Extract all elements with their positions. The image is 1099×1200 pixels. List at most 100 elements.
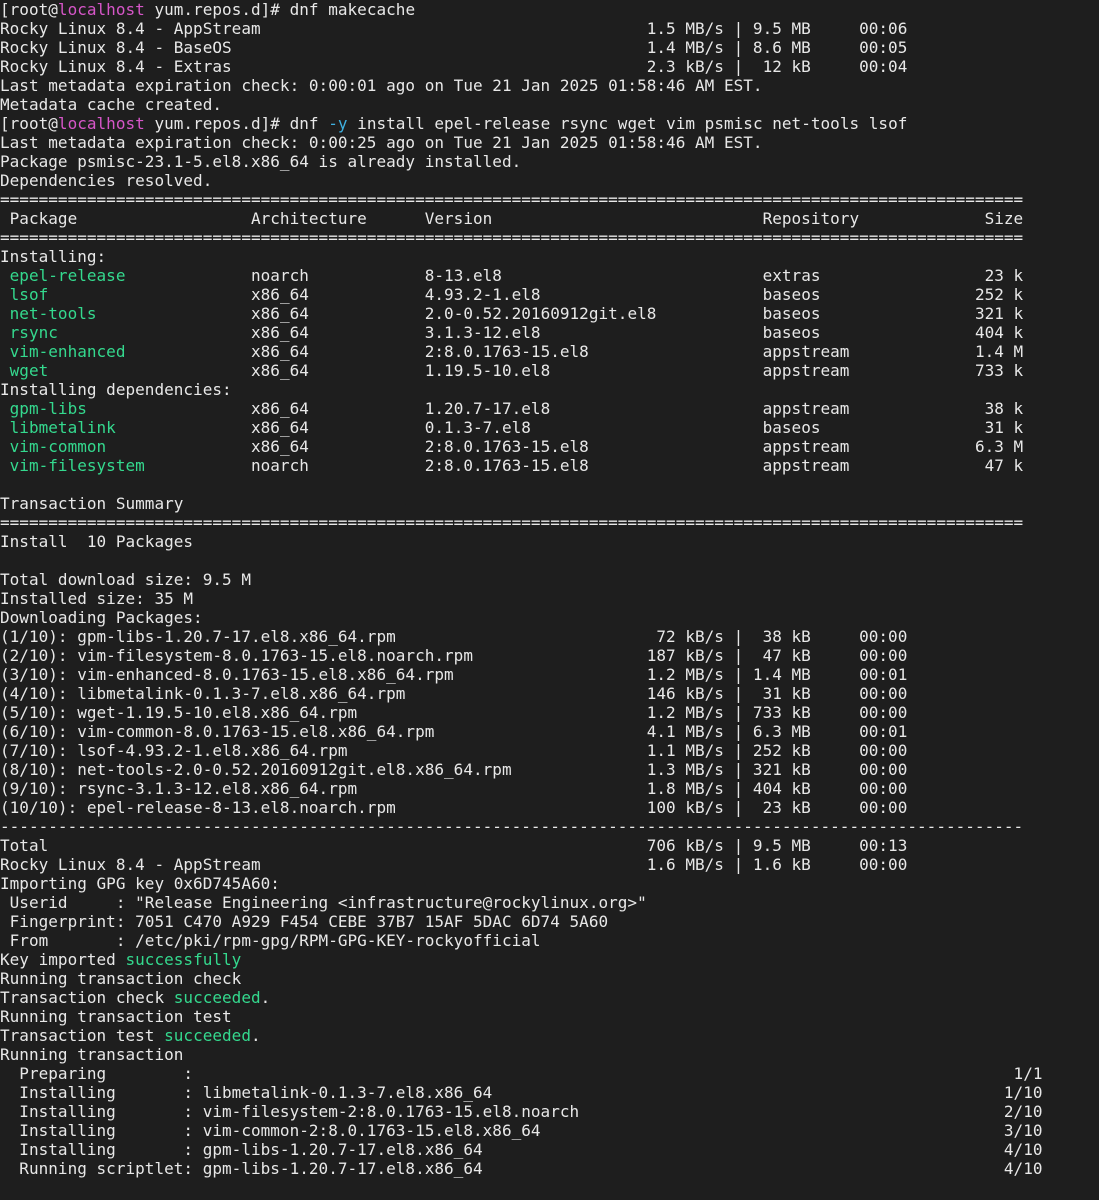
terminal-output[interactable]: [root@localhost yum.repos.d]# dnf makeca… — [0, 0, 1099, 1200]
terminal-text-normal: Installing : gpm-libs-1.20.7-17.el8.x86_… — [0, 1140, 1043, 1159]
terminal-text-normal: Installed size: 35 M — [0, 589, 194, 608]
terminal-text-normal: (4/10): libmetalink-0.1.3-7.el8.x86_64.r… — [0, 684, 908, 703]
terminal-text-normal: x86_64 2.0-0.52.20160912git.el8 baseos 3… — [96, 304, 1024, 323]
terminal-text-normal — [0, 304, 10, 323]
terminal-text-normal: Installing : libmetalink-0.1.3-7.el8.x86… — [0, 1083, 1043, 1102]
terminal-text-normal: noarch 2:8.0.1763-15.el8 appstream 47 k — [144, 456, 1024, 475]
terminal-line: (7/10): lsof-4.93.2-1.el8.x86_64.rpm 1.1… — [0, 741, 1099, 760]
terminal-text-normal — [0, 399, 10, 418]
terminal-text-normal: (7/10): lsof-4.93.2-1.el8.x86_64.rpm 1.1… — [0, 741, 908, 760]
terminal-line: Running transaction — [0, 1045, 1099, 1064]
terminal-text-normal: Installing dependencies: — [0, 380, 232, 399]
terminal-line: Rocky Linux 8.4 - BaseOS 1.4 MB/s | 8.6 … — [0, 38, 1099, 57]
terminal-text-normal — [0, 285, 10, 304]
terminal-text-normal: yum.repos.d]# dnf — [144, 114, 329, 133]
terminal-text-normal: Rocky Linux 8.4 - BaseOS 1.4 MB/s | 8.6 … — [0, 38, 908, 57]
terminal-text-normal: Rocky Linux 8.4 - AppStream 1.6 MB/s | 1… — [0, 855, 908, 874]
terminal-text-normal: Running transaction test — [0, 1007, 232, 1026]
terminal-text-normal: Key imported — [0, 950, 126, 969]
terminal-line: Total download size: 9.5 M — [0, 570, 1099, 589]
terminal-text-normal: x86_64 2:8.0.1763-15.el8 appstream 6.3 M — [106, 437, 1024, 456]
terminal-text-normal: Last metadata expiration check: 0:00:01 … — [0, 76, 763, 95]
terminal-text-normal: Package Architecture Version Repository … — [0, 209, 1024, 228]
terminal-text-normal: Installing: — [0, 247, 107, 266]
terminal-text-pkg: vim-filesystem — [9, 456, 145, 475]
terminal-text-pkg: rsync — [9, 323, 58, 342]
terminal-line: Dependencies resolved. — [0, 171, 1099, 190]
terminal-line: Transaction Summary — [0, 494, 1099, 513]
terminal-text-pkg: vim-enhanced — [9, 342, 126, 361]
terminal-text-normal — [0, 437, 10, 456]
terminal-line: Running transaction test — [0, 1007, 1099, 1026]
terminal-text-normal: (8/10): net-tools-2.0-0.52.20160912git.e… — [0, 760, 908, 779]
terminal-text-normal — [0, 342, 10, 361]
terminal-line: vim-enhanced x86_64 2:8.0.1763-15.el8 ap… — [0, 342, 1099, 361]
terminal-text-normal: x86_64 0.1.3-7.el8 baseos 31 k — [115, 418, 1024, 437]
terminal-text-normal: Downloading Packages: — [0, 608, 203, 627]
terminal-text-normal: Preparing : 1/1 — [0, 1064, 1043, 1083]
terminal-text-host: localhost — [57, 114, 145, 133]
terminal-line: Running transaction check — [0, 969, 1099, 988]
terminal-text-normal: Userid : "Release Engineering <infrastru… — [0, 893, 647, 912]
terminal-line: Rocky Linux 8.4 - AppStream 1.6 MB/s | 1… — [0, 855, 1099, 874]
terminal-text-normal: . — [260, 988, 271, 1007]
terminal-text-opt: -y — [328, 114, 348, 133]
terminal-line: Installing : gpm-libs-1.20.7-17.el8.x86_… — [0, 1140, 1099, 1159]
terminal-text-pkg: wget — [9, 361, 49, 380]
terminal-text-normal: Total download size: 9.5 M — [0, 570, 251, 589]
terminal-text-host: localhost — [57, 0, 145, 19]
terminal-line: Installing : vim-filesystem-2:8.0.1763-1… — [0, 1102, 1099, 1121]
terminal-line: Importing GPG key 0x6D745A60: — [0, 874, 1099, 893]
terminal-text-normal: (6/10): vim-common-8.0.1763-15.el8.x86_6… — [0, 722, 908, 741]
terminal-line: [root@localhost yum.repos.d]# dnf makeca… — [0, 0, 1099, 19]
terminal-line: Installing : vim-common-2:8.0.1763-15.el… — [0, 1121, 1099, 1140]
terminal-text-normal: Importing GPG key 0x6D745A60: — [0, 874, 280, 893]
terminal-line: Installing: — [0, 247, 1099, 266]
terminal-line: libmetalink x86_64 0.1.3-7.el8 baseos 31… — [0, 418, 1099, 437]
terminal-text-normal: ----------------------------------------… — [0, 817, 1024, 836]
terminal-text-normal: Fingerprint: 7051 C470 A929 F454 CEBE 37… — [0, 912, 609, 931]
terminal-text-normal: x86_64 4.93.2-1.el8 baseos 252 k — [48, 285, 1024, 304]
terminal-text-normal: (3/10): vim-enhanced-8.0.1763-15.el8.x86… — [0, 665, 908, 684]
terminal-line: Last metadata expiration check: 0:00:25 … — [0, 133, 1099, 152]
terminal-text-normal: [root@ — [0, 114, 58, 133]
terminal-line: lsof x86_64 4.93.2-1.el8 baseos 252 k — [0, 285, 1099, 304]
terminal-line: Running scriptlet: gpm-libs-1.20.7-17.el… — [0, 1159, 1099, 1178]
terminal-text-pkg: epel-release — [9, 266, 126, 285]
terminal-text-normal — [0, 266, 10, 285]
terminal-line: Package Architecture Version Repository … — [0, 209, 1099, 228]
terminal-line: Installing : libmetalink-0.1.3-7.el8.x86… — [0, 1083, 1099, 1102]
terminal-line: Rocky Linux 8.4 - Extras 2.3 kB/s | 12 k… — [0, 57, 1099, 76]
terminal-line: From : /etc/pki/rpm-gpg/RPM-GPG-KEY-rock… — [0, 931, 1099, 950]
terminal-text-normal: Package psmisc-23.1-5.el8.x86_64 is alre… — [0, 152, 522, 171]
terminal-text-normal: Dependencies resolved. — [0, 171, 213, 190]
terminal-line: vim-common x86_64 2:8.0.1763-15.el8 apps… — [0, 437, 1099, 456]
terminal-text-pkg: gpm-libs — [9, 399, 87, 418]
terminal-text-normal: x86_64 1.19.5-10.el8 appstream 733 k — [48, 361, 1024, 380]
terminal-text-normal: Running transaction — [0, 1045, 184, 1064]
terminal-text-normal: yum.repos.d]# dnf makecache — [144, 0, 416, 19]
terminal-text-pkg: libmetalink — [9, 418, 116, 437]
terminal-line: Total 706 kB/s | 9.5 MB 00:13 — [0, 836, 1099, 855]
terminal-text-normal: Installing : vim-common-2:8.0.1763-15.el… — [0, 1121, 1043, 1140]
terminal-text-normal: Running scriptlet: gpm-libs-1.20.7-17.el… — [0, 1159, 1043, 1178]
terminal-line: ----------------------------------------… — [0, 817, 1099, 836]
terminal-text-normal: Installing : vim-filesystem-2:8.0.1763-1… — [0, 1102, 1043, 1121]
terminal-line: [root@localhost yum.repos.d]# dnf -y ins… — [0, 114, 1099, 133]
terminal-line: (2/10): vim-filesystem-8.0.1763-15.el8.n… — [0, 646, 1099, 665]
terminal-line: Last metadata expiration check: 0:00:01 … — [0, 76, 1099, 95]
terminal-text-ok: successfully — [125, 950, 242, 969]
terminal-line: (9/10): rsync-3.1.3-12.el8.x86_64.rpm 1.… — [0, 779, 1099, 798]
terminal-text-normal — [0, 323, 10, 342]
terminal-text-normal: (9/10): rsync-3.1.3-12.el8.x86_64.rpm 1.… — [0, 779, 908, 798]
terminal-line: Key imported successfully — [0, 950, 1099, 969]
terminal-text-normal: ========================================… — [0, 513, 1024, 532]
terminal-line: Rocky Linux 8.4 - AppStream 1.5 MB/s | 9… — [0, 19, 1099, 38]
terminal-text-normal: [root@ — [0, 0, 58, 19]
terminal-text-normal: (10/10): epel-release-8-13.el8.noarch.rp… — [0, 798, 908, 817]
terminal-text-normal: (1/10): gpm-libs-1.20.7-17.el8.x86_64.rp… — [0, 627, 908, 646]
terminal-text-normal: ========================================… — [0, 190, 1024, 209]
terminal-line: ========================================… — [0, 228, 1099, 247]
terminal-text-normal: (5/10): wget-1.19.5-10.el8.x86_64.rpm 1.… — [0, 703, 908, 722]
